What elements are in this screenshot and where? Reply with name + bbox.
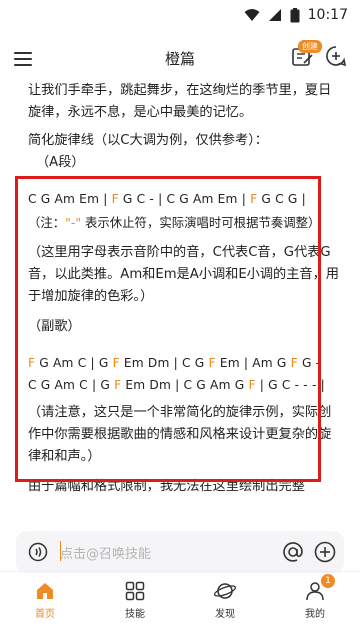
at-mention-icon[interactable]	[282, 541, 304, 563]
nav-skills[interactable]: 技能	[105, 580, 165, 620]
explain-text: （这里用字母表示音阶中的音，C代表C音，G代表G音，以此类推。Am和Em是A小调…	[28, 245, 339, 304]
simplified-title: 简化旋律线（以C大调为例，仅供参考）：	[28, 133, 268, 148]
wifi-icon	[244, 9, 260, 21]
status-time: 10:17	[307, 7, 348, 23]
chat-content: 让我们手牵手，跳起舞步，在这绚烂的季节里，夏日旋律，永远不息，是心中最美的记忆。…	[0, 80, 360, 536]
battery-icon	[290, 7, 300, 22]
status-bar: 10:17	[0, 0, 360, 30]
message-input-bar[interactable]: 点击@召唤技能	[16, 531, 344, 573]
signal-icon	[268, 9, 281, 21]
rest-note: （注："-" 表示休止符，实际演唱时可根据节奏调整）	[28, 215, 321, 230]
nav-skills-label: 技能	[125, 609, 145, 620]
chorus-melody-2: C G Am C | G F Em Dm | C G Am G F | G C …	[28, 378, 325, 392]
add-icon[interactable]	[314, 541, 336, 563]
text-cursor	[60, 541, 61, 561]
bottom-nav: 首页 技能 发现 1 我的	[0, 571, 360, 640]
section-a-melody: C G Am Em | F G C - | C G Am Em | F G C …	[28, 192, 306, 206]
tail-text: 由于篇幅和格式限制，我无法在这里绘制出完整	[28, 479, 305, 494]
nav-profile[interactable]: 1 我的	[285, 574, 345, 620]
top-bar: 橙篇 创建	[0, 38, 360, 78]
voice-icon[interactable]	[28, 542, 48, 562]
chorus-melody-1: F G Am C | G F Em Dm | C G F Em | Am G F…	[28, 356, 321, 370]
skills-grid-icon	[125, 581, 145, 601]
section-a-label: （A段）	[36, 155, 85, 170]
nav-discover-label: 发现	[215, 609, 235, 620]
intro-text: 让我们手牵手，跳起舞步，在这绚烂的季节里，夏日旋律，永远不息，是心中最美的记忆。	[28, 83, 332, 120]
create-badge: 创建	[298, 40, 322, 53]
planet-icon	[213, 583, 237, 599]
nav-discover[interactable]: 发现	[195, 580, 255, 620]
disclaimer-text: （请注意，这只是一个非常简化的旋律示例，实际创作中你需要根据歌曲的情感和风格来设…	[28, 405, 332, 464]
nav-home-label: 首页	[35, 609, 55, 620]
nav-home[interactable]: 首页	[15, 580, 75, 620]
message-input-placeholder[interactable]: 点击@召唤技能	[60, 543, 151, 562]
chorus-label: （副歌）	[28, 319, 81, 334]
profile-notification-badge: 1	[321, 574, 335, 588]
nav-profile-label: 我的	[305, 609, 325, 620]
home-icon	[37, 583, 53, 599]
new-chat-icon[interactable]	[324, 44, 348, 68]
